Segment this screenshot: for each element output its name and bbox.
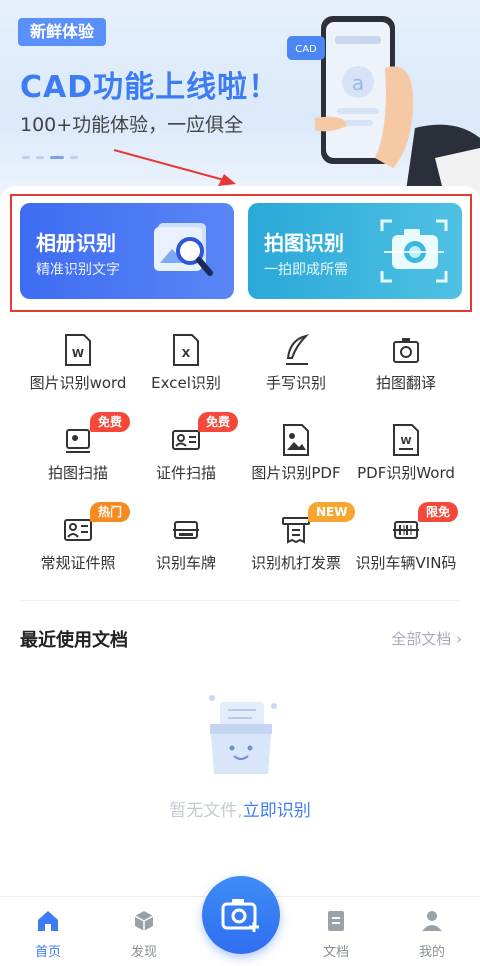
pagination-dot bbox=[36, 156, 44, 159]
svg-text:a: a bbox=[352, 71, 364, 95]
tool-id-scan[interactable]: 免费 证件扫描 bbox=[126, 412, 246, 500]
photo-scan-icon bbox=[66, 429, 90, 453]
camera-capture-button[interactable] bbox=[202, 876, 280, 954]
empty-box-illustration-icon bbox=[209, 695, 277, 774]
pagination-dot-active bbox=[50, 156, 64, 159]
empty-state-text: 暂无文件,立即识别 bbox=[0, 796, 480, 821]
section-divider bbox=[20, 600, 460, 601]
tool-label: 拍图翻译 bbox=[375, 374, 436, 392]
chevron-right-icon: › bbox=[456, 630, 462, 648]
camera-plus-icon bbox=[221, 899, 259, 932]
tab-label: 文档 bbox=[322, 945, 349, 960]
phone-hand-illustration-icon: a CAD bbox=[287, 16, 480, 198]
svg-text:X: X bbox=[182, 347, 191, 360]
card-title: 相册识别 bbox=[36, 231, 116, 255]
cube-icon bbox=[134, 911, 154, 931]
svg-text:CAD: CAD bbox=[295, 44, 317, 55]
card-subtitle: 一拍即成所需 bbox=[264, 262, 348, 278]
license-plate-icon bbox=[173, 521, 199, 539]
tool-vin-code[interactable]: 限免 识别车辆VIN码 bbox=[346, 502, 466, 590]
empty-message: 暂无文件, bbox=[169, 801, 243, 821]
document-icon bbox=[328, 911, 344, 931]
tab-home[interactable]: 首页 bbox=[0, 897, 96, 966]
recognize-now-link[interactable]: 立即识别 bbox=[243, 801, 311, 821]
tool-image-to-pdf[interactable]: 图片识别PDF bbox=[236, 420, 356, 500]
banner-tag: 新鲜体验 bbox=[18, 18, 107, 46]
tab-label: 我的 bbox=[418, 945, 445, 960]
tool-label: 识别车牌 bbox=[155, 554, 216, 572]
tool-pdf-to-word[interactable]: W PDF识别Word bbox=[346, 420, 466, 500]
photo-translate-icon bbox=[393, 338, 419, 363]
feather-pen-icon bbox=[286, 334, 310, 365]
tab-discover[interactable]: 发现 bbox=[96, 897, 192, 966]
tool-id-photo[interactable]: 热门 常规证件照 bbox=[18, 502, 138, 590]
card-title: 拍图识别 bbox=[264, 231, 344, 255]
tool-label: 图片识别PDF bbox=[251, 464, 341, 482]
image-pdf-icon bbox=[283, 424, 309, 456]
tool-photo-scan[interactable]: 免费 拍图扫描 bbox=[18, 412, 138, 500]
tool-label: 常规证件照 bbox=[40, 554, 116, 572]
word-doc-icon: W bbox=[65, 334, 91, 366]
tab-profile[interactable]: 我的 bbox=[384, 897, 480, 966]
pdf-word-icon: W bbox=[393, 424, 419, 456]
tool-label: 证件扫描 bbox=[155, 464, 216, 482]
user-icon bbox=[422, 911, 442, 931]
home-icon bbox=[38, 911, 58, 931]
tool-excel-recognition[interactable]: X Excel识别 bbox=[126, 330, 246, 410]
card-subtitle: 精准识别文字 bbox=[36, 262, 120, 278]
tab-label: 首页 bbox=[34, 945, 61, 960]
camera-scan-icon bbox=[380, 219, 448, 283]
tool-label: 识别车辆VIN码 bbox=[355, 554, 457, 572]
tool-label: 手写识别 bbox=[265, 374, 326, 392]
tool-label: 识别机打发票 bbox=[250, 554, 341, 572]
id-card-icon bbox=[172, 430, 200, 450]
free-badge: 免费 bbox=[90, 412, 131, 432]
excel-doc-icon: X bbox=[173, 334, 199, 366]
pagination-dot bbox=[22, 156, 30, 159]
all-docs-label: 全部文档 bbox=[391, 630, 452, 648]
svg-text:W: W bbox=[72, 347, 84, 360]
svg-text:W: W bbox=[400, 436, 411, 447]
banner-title: CAD功能上线啦！ bbox=[20, 70, 280, 105]
tool-license-plate[interactable]: 识别车牌 bbox=[126, 510, 246, 590]
free-badge: 免费 bbox=[198, 412, 239, 432]
recent-docs-title: 最近使用文档 bbox=[20, 630, 128, 651]
banner-subtitle: 100+功能体验，一应俱全 bbox=[20, 114, 244, 136]
tool-label: 拍图扫描 bbox=[47, 464, 108, 482]
tool-row: W 图片识别word X Excel识别 手写识别 拍图翻译 bbox=[0, 330, 480, 410]
vin-barcode-icon bbox=[393, 521, 419, 539]
tool-row: 热门 常规证件照 识别车牌 NEW 识别机打发票 限免 识别车辆VIN码 bbox=[0, 502, 480, 590]
red-arrow-annotation-icon bbox=[113, 149, 236, 186]
tab-documents[interactable]: 文档 bbox=[288, 897, 384, 966]
tool-row: 免费 拍图扫描 免费 证件扫描 图片识别PDF W PDF识别Word bbox=[0, 412, 480, 500]
photo-recognition-card[interactable]: 拍图识别 一拍即成所需 bbox=[248, 203, 462, 299]
album-magnifier-icon bbox=[154, 223, 213, 276]
tool-invoice[interactable]: NEW 识别机打发票 bbox=[236, 502, 356, 590]
pagination-dot bbox=[70, 156, 78, 159]
tool-label: Excel识别 bbox=[151, 374, 221, 392]
promo-banner[interactable]: 新鲜体验 CAD功能上线啦！ 100+功能体验，一应俱全 a CAD bbox=[0, 0, 480, 200]
tool-label: 图片识别word bbox=[29, 374, 127, 392]
album-recognition-card[interactable]: 相册识别 精准识别文字 bbox=[20, 203, 234, 299]
limited-free-badge: 限免 bbox=[418, 502, 459, 522]
tool-image-to-word[interactable]: W 图片识别word bbox=[18, 330, 138, 410]
id-photo-icon bbox=[64, 519, 92, 541]
tool-label: PDF识别Word bbox=[357, 464, 455, 482]
hot-badge: 热门 bbox=[90, 502, 131, 522]
banner-pagination bbox=[22, 156, 78, 159]
invoice-icon bbox=[282, 517, 310, 544]
tool-handwriting[interactable]: 手写识别 bbox=[236, 330, 356, 410]
all-docs-link[interactable]: 全部文档 › bbox=[391, 628, 462, 649]
tab-label: 发现 bbox=[130, 945, 157, 960]
tool-photo-translate[interactable]: 拍图翻译 bbox=[346, 330, 466, 410]
